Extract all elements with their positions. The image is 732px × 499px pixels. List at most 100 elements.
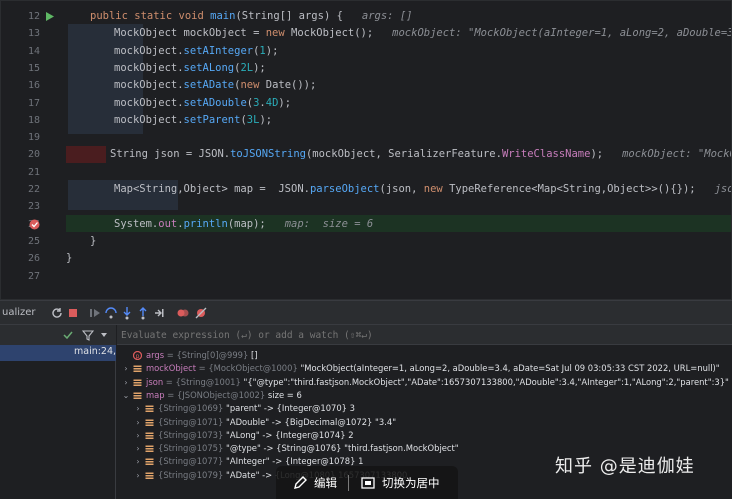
inline-debug-value: mockObject: "MockObject( (622, 148, 732, 161)
code-text: mockObject.setADouble(3.4D); (114, 96, 292, 109)
chevron-down-icon[interactable] (100, 331, 108, 339)
variable-value: "{"@type":"third.fastjson.MockObject","A… (243, 376, 729, 387)
entry-icon (145, 419, 154, 426)
line-number[interactable]: 27 (0, 268, 40, 285)
view-breakpoints-icon[interactable] (176, 306, 190, 320)
variable-text: map = {JSONObject@1002} size = 6 (146, 389, 302, 402)
inline-debug-value: map: size = 6 (284, 217, 374, 230)
filter-icon[interactable] (82, 329, 94, 341)
line-number[interactable]: 13 (0, 25, 40, 42)
expand-arrow-icon[interactable]: › (133, 429, 143, 442)
code-text: MockObject mockObject = new MockObject()… (114, 25, 732, 42)
expand-arrow-icon[interactable]: › (133, 442, 143, 455)
variable-name: json (146, 376, 164, 387)
expand-arrow-icon[interactable]: › (133, 402, 143, 415)
field-icon (133, 392, 142, 399)
line-number[interactable]: 26 (0, 250, 40, 267)
code-line[interactable]: 15 mockObject.setALong(2L); (0, 60, 732, 77)
variable-text: {String@1071} "ADouble" -> {BigDecimal@1… (158, 416, 396, 429)
expand-arrow-icon[interactable]: › (133, 416, 143, 429)
step-into-icon[interactable] (120, 306, 134, 320)
step-over-icon[interactable] (104, 306, 118, 320)
code-line[interactable]: 17 mockObject.setADouble(3.4D); (0, 95, 732, 112)
code-editor[interactable]: 12 public static void main(String[] args)… (0, 0, 732, 300)
line-number[interactable]: 22 (0, 181, 40, 198)
variable-text: json = {String@1001} "{"@type":"third.fa… (146, 376, 729, 389)
variable-row[interactable]: › {String@1069} "parent" -> {Integer@1070… (117, 402, 732, 415)
variable-value: "ADouble" -> {BigDecimal@1072} "3.4" (226, 416, 397, 427)
resume-icon[interactable] (88, 306, 102, 320)
overlay-divider (348, 475, 349, 491)
variable-text: {String@1073} "ALong" -> {Integer@1074} … (158, 429, 354, 442)
breakpoint-icon[interactable] (29, 219, 40, 230)
line-number[interactable]: 21 (0, 164, 40, 181)
variable-text: mockObject = {MockObject@1000} "MockObje… (146, 362, 720, 375)
edit-button[interactable]: 编辑 (314, 475, 337, 491)
code-line[interactable]: 22 Map<String,Object> map = JSON.parseObj… (0, 181, 732, 198)
evaluate-expression-input[interactable] (121, 328, 621, 342)
code-text: } (90, 234, 97, 247)
check-icon[interactable] (62, 329, 74, 341)
code-line[interactable]: 14 mockObject.setAInteger(1); (0, 43, 732, 60)
frames-header (0, 325, 116, 345)
code-line[interactable]: 24System.out.println(map); map: size = 6 (0, 216, 732, 233)
inline-debug-value: mockObject: "MockObject(aInteger=1, aLon… (392, 27, 732, 40)
code-line[interactable]: 20 String json = JSON.toJSONString(mockOb… (0, 146, 732, 163)
line-number[interactable]: 20 (0, 146, 40, 163)
line-number[interactable]: 25 (0, 233, 40, 250)
variable-type: = {MockObject@1000} (196, 363, 301, 374)
frame-label[interactable]: main:24, (74, 346, 116, 357)
code-text: } (66, 252, 73, 265)
code-line[interactable]: 21 (0, 164, 732, 181)
variable-type: = {JSONObject@1002} (164, 389, 268, 400)
step-out-alt-icon[interactable] (152, 306, 166, 320)
variable-type: {String@1069} (158, 403, 227, 414)
variable-row[interactable]: ⌄ map = {JSONObject@1002} size = 6 (117, 389, 732, 402)
watermark: 知乎 @是迪伽娃 (555, 456, 695, 477)
restart-icon[interactable] (50, 306, 64, 320)
code-line[interactable]: 25} (0, 233, 732, 250)
expand-arrow-icon[interactable]: › (133, 469, 143, 482)
collapse-arrow-icon[interactable]: ⌄ (121, 389, 131, 402)
variable-row[interactable]: › {String@1071} "ADouble" -> {BigDecimal@… (117, 416, 732, 429)
code-line[interactable]: 27 (0, 268, 732, 285)
variable-value: "ALong" -> {Integer@1074} 2 (226, 429, 354, 440)
line-number[interactable]: 14 (0, 43, 40, 60)
entry-icon (145, 445, 154, 453)
line-number[interactable]: 23 (0, 198, 40, 215)
line-number[interactable]: 18 (0, 112, 40, 129)
mute-breakpoints-icon[interactable] (194, 306, 208, 320)
variable-row[interactable]: › mockObject = {MockObject@1000} "MockObj… (117, 362, 732, 375)
threads-variables-label[interactable]: ualizer (2, 306, 36, 320)
code-line[interactable]: 19 (0, 129, 732, 146)
code-line[interactable]: 26} (0, 250, 732, 267)
variable-row[interactable]: p args = {String[0]@999} [] (117, 349, 732, 362)
run-gutter-icon[interactable] (44, 11, 55, 22)
line-number[interactable]: 16 (0, 77, 40, 94)
code-line[interactable]: 12 public static void main(String[] args)… (0, 8, 732, 25)
code-line[interactable]: 18 mockObject.setParent(3L); (0, 112, 732, 129)
line-number[interactable]: 12 (0, 8, 40, 25)
line-number[interactable]: 15 (0, 60, 40, 77)
line-number[interactable]: 19 (0, 129, 40, 146)
variable-row[interactable]: › json = {String@1001} "{"@type":"third.f… (117, 376, 732, 389)
expand-arrow-icon[interactable]: › (133, 455, 143, 468)
line-number[interactable]: 17 (0, 95, 40, 112)
expand-arrow-icon[interactable]: › (121, 376, 131, 389)
stop-icon[interactable] (66, 306, 80, 320)
variable-name: map (146, 389, 165, 400)
code-line[interactable]: 13 MockObject mockObject = new MockObject… (0, 25, 732, 42)
variable-type: {String@1071} (158, 416, 227, 427)
variable-row[interactable]: › {String@1073} "ALong" -> {Integer@1074}… (117, 429, 732, 442)
step-out-icon[interactable] (136, 306, 150, 320)
code-text: mockObject.setParent(3L); (114, 113, 273, 126)
image-overlay-toolbar: 编辑 切换为居中 (276, 466, 458, 499)
expand-arrow-icon[interactable]: › (121, 362, 131, 375)
code-line[interactable]: 16 mockObject.setADate(new Date()); (0, 77, 732, 94)
code-line[interactable]: 23 (0, 198, 732, 215)
switch-to-center-button[interactable]: 切换为居中 (382, 475, 440, 491)
variable-text: {String@1075} "@type" -> {String@1076} "… (158, 442, 459, 455)
inline-debug-value: args: [] (361, 10, 413, 22)
code-text: System.out.println(map); map: size = 6 (114, 217, 374, 230)
center-layout-icon (361, 477, 375, 489)
